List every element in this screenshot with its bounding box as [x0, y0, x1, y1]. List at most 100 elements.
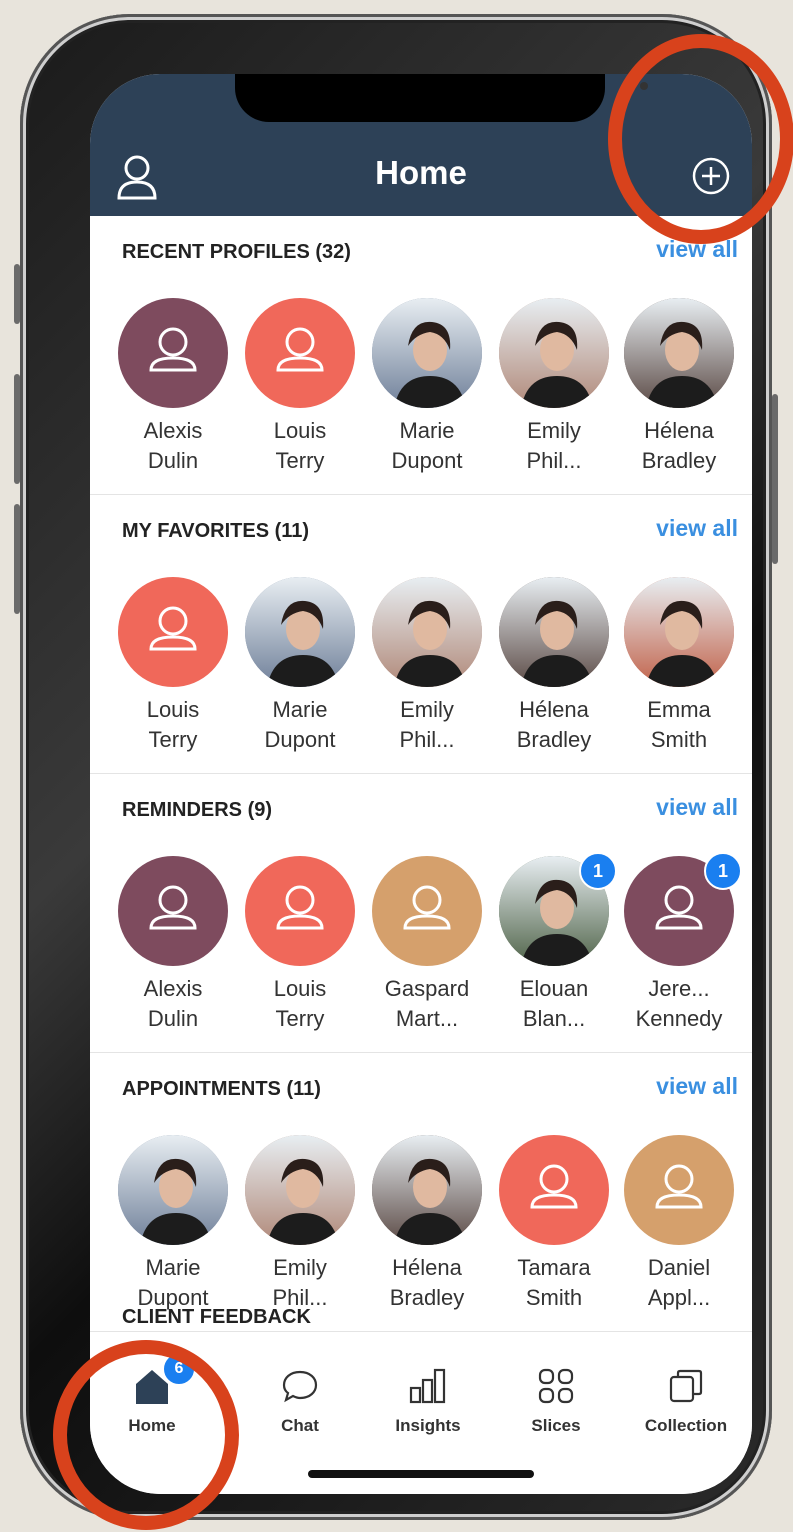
- profile-card[interactable]: 1 Elouan Blan...: [499, 852, 624, 1036]
- tab-slices[interactable]: Slices: [496, 1346, 616, 1446]
- view-all-link[interactable]: view all: [656, 515, 738, 542]
- profile-section: MY FAVORITES (11) view all Louis Terry Marie…: [90, 495, 752, 774]
- last-name: Phil...: [399, 727, 455, 752]
- last-name: Dupont: [264, 727, 336, 752]
- view-all-link[interactable]: view all: [656, 794, 738, 821]
- section-title: MY FAVORITES (11): [122, 520, 310, 542]
- notification-badge: 1: [579, 852, 617, 890]
- section-title: RECENT PROFILES (32): [122, 241, 351, 263]
- profile-card[interactable]: Emily Phil...: [499, 298, 624, 478]
- view-all-link[interactable]: view all: [656, 1073, 738, 1100]
- profile-card[interactable]: Tamara Smith: [499, 1135, 624, 1315]
- first-name: Emily: [400, 697, 454, 722]
- power-button: [772, 394, 778, 564]
- profile-section: REMINDERS (9) view all Alexis Dulin Louis Ter…: [90, 774, 752, 1053]
- profile-card[interactable]: Louis Terry: [245, 856, 370, 1036]
- profile-name: Louis Terry: [108, 695, 238, 755]
- profile-name: Emily Phil...: [362, 695, 492, 755]
- phone-screen: Home RECENT PROFILES (32) view all Alexis D…: [90, 74, 752, 1494]
- tab-collection[interactable]: Collection: [626, 1346, 746, 1446]
- avatar-placeholder-icon: [118, 298, 228, 408]
- first-name: Louis: [146, 697, 200, 722]
- tab-label: Slices: [531, 1416, 581, 1435]
- avatar-photo: [624, 298, 734, 408]
- profile-card[interactable]: Hélena Bradley: [372, 1135, 497, 1315]
- profile-section: APPOINTMENTS (11) view all Marie Dupont Emil…: [90, 1053, 752, 1332]
- first-name: Hélena: [519, 697, 589, 722]
- profile-card[interactable]: Emily Phil...: [372, 577, 497, 757]
- profile-name: Marie Dupont: [235, 695, 365, 755]
- last-name: Terry: [148, 727, 198, 752]
- avatar-placeholder-icon: [372, 856, 482, 966]
- profile-name: Marie Dupont: [108, 1253, 238, 1313]
- profile-card[interactable]: Marie Dupont: [372, 298, 497, 478]
- last-name: Mart...: [395, 1006, 459, 1031]
- profile-card[interactable]: Hélena Bradley: [499, 577, 624, 757]
- last-name: Dupont: [391, 448, 463, 473]
- avatar-photo: [372, 1135, 482, 1245]
- avatar-placeholder-icon: [245, 856, 355, 966]
- last-name: Terry: [275, 1006, 325, 1031]
- tab-insights[interactable]: Insights: [368, 1346, 488, 1446]
- avatar-photo: [118, 1135, 228, 1245]
- bar-chart-icon: [408, 1366, 448, 1406]
- profile-name: Louis Terry: [235, 416, 365, 476]
- profile-name: Hélena Bradley: [489, 695, 619, 755]
- tab-label: Chat: [281, 1416, 319, 1435]
- highlight-ring-add-button: [608, 34, 793, 244]
- mute-switch: [14, 264, 20, 324]
- profile-card[interactable]: Louis Terry: [245, 298, 370, 478]
- last-name: Kennedy: [635, 1006, 723, 1031]
- profile-card[interactable]: Daniel Appl...: [624, 1135, 749, 1315]
- last-name: Bradley: [516, 727, 592, 752]
- profile-card[interactable]: Marie Dupont: [118, 1135, 243, 1315]
- avatar-photo: [372, 577, 482, 687]
- profile-card[interactable]: Alexis Dulin: [118, 856, 243, 1036]
- avatar-photo: [245, 1135, 355, 1245]
- profile-card[interactable]: Alexis Dulin: [118, 298, 243, 478]
- last-name: Smith: [525, 1285, 583, 1310]
- first-name: Gaspard: [384, 976, 470, 1001]
- last-name: Bradley: [641, 448, 717, 473]
- avatar-placeholder-icon: [118, 856, 228, 966]
- first-name: Hélena: [644, 418, 714, 443]
- profile-name: Emily Phil...: [235, 1253, 365, 1313]
- volume-up-button: [14, 374, 20, 484]
- section-title: REMINDERS (9): [122, 799, 273, 821]
- last-name: Dulin: [147, 448, 199, 473]
- first-name: Alexis: [143, 418, 203, 443]
- profile-name: Tamara Smith: [489, 1253, 619, 1313]
- profile-name: Emily Phil...: [489, 416, 619, 476]
- section-title-partial: CLIENT FEEDBACK: [122, 1306, 311, 1328]
- profile-card[interactable]: Emily Phil...: [245, 1135, 370, 1315]
- profile-name: Elouan Blan...: [489, 974, 619, 1034]
- profile-card[interactable]: Louis Terry: [118, 577, 243, 757]
- profile-name: Louis Terry: [235, 974, 365, 1034]
- last-name: Blan...: [522, 1006, 586, 1031]
- first-name: Marie: [272, 697, 328, 722]
- volume-down-button: [14, 504, 20, 614]
- first-name: Daniel: [647, 1255, 711, 1280]
- profile-card[interactable]: Marie Dupont: [245, 577, 370, 757]
- profile-card[interactable]: Gaspard Mart...: [372, 856, 497, 1036]
- profile-name: Hélena Bradley: [614, 416, 744, 476]
- notch: [235, 74, 648, 122]
- first-name: Jere...: [648, 976, 710, 1001]
- first-name: Alexis: [143, 976, 203, 1001]
- last-name: Appl...: [647, 1285, 711, 1310]
- profile-card[interactable]: Emma Smith: [624, 577, 749, 757]
- profile-section: RECENT PROFILES (32) view all Alexis Dulin L…: [90, 216, 752, 495]
- first-name: Emily: [527, 418, 581, 443]
- tab-label: Insights: [395, 1416, 461, 1435]
- first-name: Hélena: [392, 1255, 462, 1280]
- tab-chat[interactable]: Chat: [240, 1346, 360, 1446]
- first-name: Elouan: [519, 976, 589, 1001]
- profile-card[interactable]: 1 Jere... Kennedy: [624, 852, 749, 1036]
- avatar-placeholder-icon: [118, 577, 228, 687]
- tab-label: Collection: [644, 1416, 728, 1435]
- first-name: Louis: [273, 418, 327, 443]
- profile-card[interactable]: Hélena Bradley: [624, 298, 749, 478]
- profile-list: Alexis Dulin Louis Terry Gaspard Mart... 1 Elou…: [118, 852, 752, 1036]
- profile-list: Louis Terry Marie Dupont Emily Phil... Hélena B…: [118, 577, 752, 757]
- last-name: Terry: [275, 448, 325, 473]
